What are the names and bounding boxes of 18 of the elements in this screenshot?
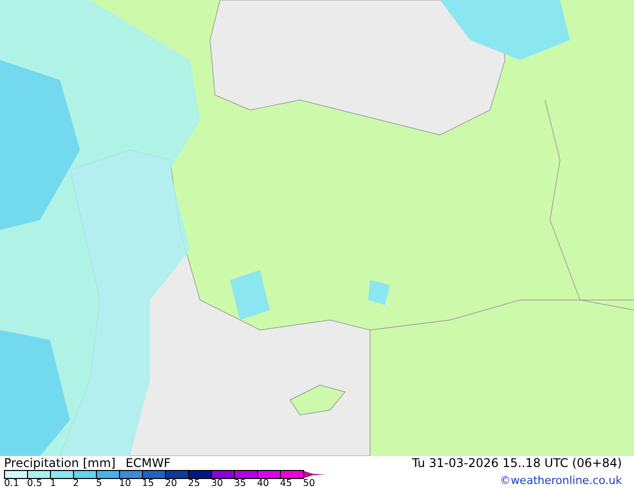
legend-label: 35 — [234, 479, 246, 489]
legend-label: 30 — [211, 479, 224, 489]
legend-label: 50 — [303, 479, 316, 489]
legend-label: 5 — [96, 479, 102, 489]
legend-label: 15 — [142, 479, 154, 489]
valid-time: Tu 31-03-2026 15..18 UTC (06+84) — [412, 456, 622, 470]
legend-label: 40 — [257, 479, 270, 489]
legend-label: 1 — [50, 479, 56, 489]
legend-label: 0.1 — [4, 479, 20, 489]
model-name: ECMWF — [126, 457, 171, 470]
map-title: Precipitation [mm] — [4, 457, 116, 470]
legend-label: 20 — [165, 479, 178, 489]
legend-label: 45 — [280, 479, 292, 489]
legend-label: 25 — [188, 479, 200, 489]
legend-label: 2 — [73, 479, 80, 489]
legend-label: 0.5 — [27, 479, 42, 489]
legend-label: 10 — [119, 479, 132, 489]
credit-link[interactable]: ©weatheronline.co.uk — [500, 474, 622, 488]
